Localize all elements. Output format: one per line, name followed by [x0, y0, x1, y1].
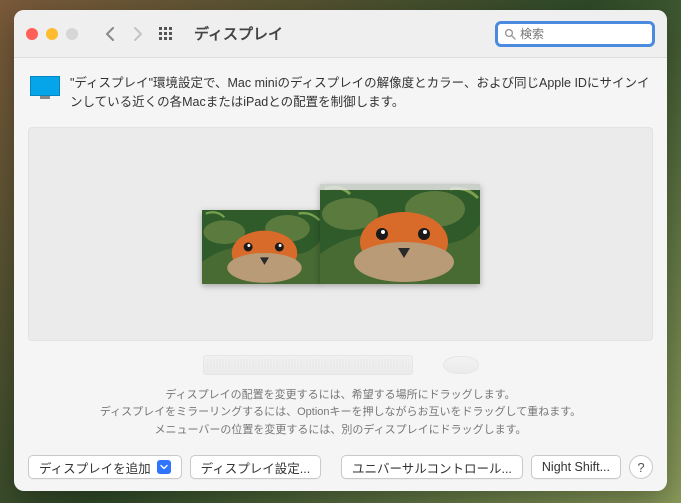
toolbar-nav [98, 22, 178, 46]
search-input[interactable] [520, 27, 646, 41]
peripherals-row [28, 355, 653, 375]
search-wrap [495, 21, 655, 47]
arrangement-panel [28, 127, 653, 341]
night-shift-label: Night Shift... [542, 460, 610, 474]
hint-line-1: ディスプレイの配置を変更するには、希望する場所にドラッグします。 [28, 387, 653, 405]
grid-icon [159, 27, 173, 41]
preferences-window: ディスプレイ "ディスプレイ"環境設定で、Mac miniのディスプレイの解像度… [14, 10, 667, 491]
footer-controls: ディスプレイを追加 ディスプレイ設定... ユニバーサルコントロール... Ni… [28, 451, 653, 479]
chevron-down-icon [157, 460, 171, 474]
window-title: ディスプレイ [194, 23, 283, 44]
add-display-label: ディスプレイを追加 [39, 458, 151, 477]
arrangement-hints: ディスプレイの配置を変更するには、希望する場所にドラッグします。 ディスプレイを… [28, 387, 653, 440]
add-display-button[interactable]: ディスプレイを追加 [28, 455, 182, 479]
zoom-button[interactable] [66, 28, 78, 40]
universal-control-label: ユニバーサルコントロール... [352, 458, 512, 477]
titlebar: ディスプレイ [14, 10, 667, 58]
info-text: "ディスプレイ"環境設定で、Mac miniのディスプレイの解像度とカラー、およ… [70, 74, 651, 113]
keyboard-icon [203, 355, 413, 375]
universal-control-button[interactable]: ユニバーサルコントロール... [341, 455, 523, 479]
monitor-icon [30, 76, 60, 99]
info-row: "ディスプレイ"環境設定で、Mac miniのディスプレイの解像度とカラー、およ… [28, 72, 653, 119]
hint-line-2: ディスプレイをミラーリングするには、Optionキーを押しながらお互いをドラッグ… [28, 404, 653, 422]
close-button[interactable] [26, 28, 38, 40]
window-controls [26, 28, 78, 40]
minimize-button[interactable] [46, 28, 58, 40]
window-body: "ディスプレイ"環境設定で、Mac miniのディスプレイの解像度とカラー、およ… [14, 58, 667, 491]
display-arrangement [202, 184, 480, 284]
search-field[interactable] [495, 21, 655, 47]
help-button[interactable]: ? [629, 455, 653, 479]
back-button[interactable] [98, 22, 122, 46]
search-icon [504, 28, 516, 40]
display-settings-label: ディスプレイ設定... [201, 458, 311, 477]
forward-button[interactable] [126, 22, 150, 46]
show-all-button[interactable] [154, 22, 178, 46]
help-label: ? [637, 460, 644, 475]
night-shift-button[interactable]: Night Shift... [531, 455, 621, 479]
hint-line-3: メニューバーの位置を変更するには、別のディスプレイにドラッグします。 [28, 422, 653, 440]
display-2[interactable] [320, 184, 480, 284]
display-settings-button[interactable]: ディスプレイ設定... [190, 455, 322, 479]
mouse-icon [443, 356, 479, 374]
display-1[interactable] [202, 210, 321, 284]
menubar-indicator[interactable] [320, 184, 480, 190]
wallpaper-bird-icon [320, 184, 480, 284]
wallpaper-bird-icon [202, 210, 321, 284]
